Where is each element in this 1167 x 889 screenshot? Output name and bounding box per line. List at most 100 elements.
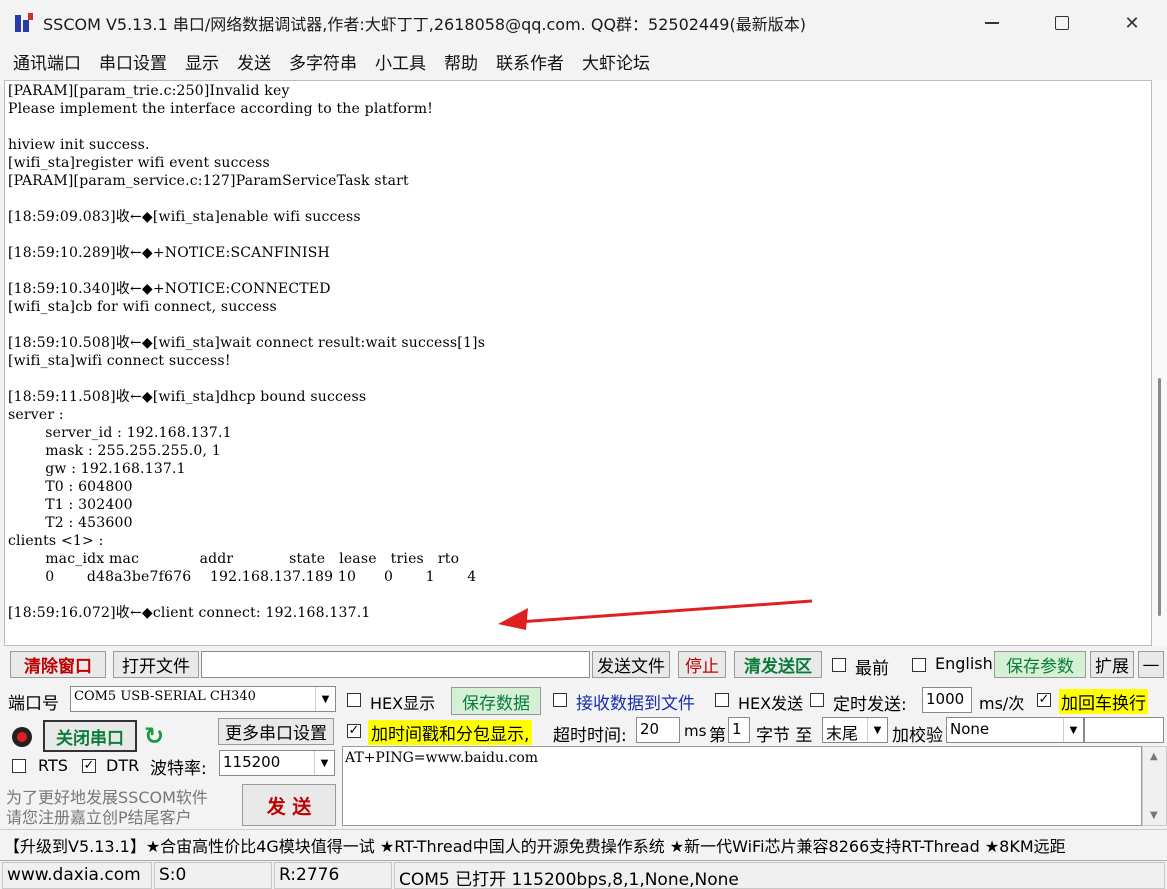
output-line: [18:59:10.508]收←◆[wifi_sta]wait connect … — [8, 335, 486, 351]
checksum-value: None — [950, 720, 990, 738]
promo-line-2: 请您注册嘉立创P结尾客户 — [6, 808, 192, 827]
output-line: server_id : 192.168.137.1 — [8, 425, 232, 441]
recv-to-file-label[interactable]: 接收数据到文件 — [576, 689, 695, 714]
chevron-down-icon: ▼ — [314, 751, 334, 775]
scroll-down-icon[interactable]: ▼ — [1150, 810, 1158, 821]
interval-unit: ms/次 — [979, 694, 1025, 713]
scrollbar-thumb[interactable] — [1158, 378, 1161, 616]
menu-send[interactable]: 发送 — [228, 49, 280, 74]
timestamp-checkbox[interactable]: ✓ — [347, 724, 361, 738]
output-line: Please implement the interface according… — [8, 101, 434, 117]
open-file-button[interactable]: 打开文件 — [113, 651, 199, 678]
minimize-button[interactable] — [957, 0, 1027, 46]
send-text-input[interactable]: AT+PING=www.baidu.com — [342, 746, 1142, 826]
clear-window-button[interactable]: 清除窗口 — [10, 651, 106, 678]
baud-select[interactable]: 115200 ▼ — [219, 750, 335, 776]
title-bar: SSCOM V5.13.1 串口/网络数据调试器,作者:大虾丁丁,2618058… — [0, 0, 1167, 46]
menu-comm-port[interactable]: 通讯端口 — [4, 49, 90, 74]
recv-to-file-checkbox[interactable] — [553, 693, 567, 707]
output-line: [wifi_sta]cb for wifi connect, success — [8, 299, 277, 315]
byte-end-select[interactable]: 末尾 ▼ — [822, 717, 888, 743]
window-title: SSCOM V5.13.1 串口/网络数据调试器,作者:大虾丁丁,2618058… — [43, 15, 806, 34]
status-website[interactable]: www.daxia.com — [2, 862, 152, 889]
receive-text: [PARAM][param_trie.c:250]Invalid key Plea… — [5, 81, 1151, 622]
scroll-up-icon[interactable]: ▲ — [1150, 751, 1158, 762]
chevron-down-icon: ▼ — [1063, 718, 1083, 742]
checksum-extra-field[interactable] — [1084, 717, 1164, 743]
byte-end-value: 末尾 — [826, 724, 859, 743]
checksum-select[interactable]: None ▼ — [946, 717, 1084, 743]
timeout-label: 超时时间: — [553, 726, 627, 746]
menu-contact-author[interactable]: 联系作者 — [487, 49, 573, 74]
close-button[interactable]: ✕ — [1097, 0, 1167, 46]
interval-input[interactable]: 1000 — [922, 687, 972, 713]
output-line: 0 d48a3be7f676 192.168.137.189 10 0 1 4 — [8, 569, 477, 585]
status-port-info: COM5 已打开 115200bps,8,1,None,None — [394, 862, 1165, 889]
hex-send-checkbox[interactable] — [715, 693, 729, 707]
send-button[interactable]: 发 送 — [242, 784, 336, 826]
add-crlf-checkbox[interactable]: ✓ — [1037, 693, 1051, 707]
output-line: [wifi_sta]register wifi event success — [8, 155, 270, 171]
stop-button[interactable]: 停止 — [678, 651, 726, 678]
menu-multi-string[interactable]: 多字符串 — [280, 49, 366, 74]
close-port-button[interactable]: 关闭串口 — [43, 720, 137, 752]
send-scrollbar[interactable]: ▲ ▼ — [1142, 746, 1167, 826]
english-label: English — [935, 654, 993, 673]
send-file-button[interactable]: 发送文件 — [592, 651, 670, 678]
baud-label: 波特率: — [150, 759, 207, 779]
output-line: clients <1> : — [8, 533, 104, 549]
output-line: [18:59:09.083]收←◆[wifi_sta]enable wifi s… — [8, 209, 361, 225]
save-params-button[interactable]: 保存参数 — [994, 651, 1086, 678]
output-line: server : — [8, 407, 64, 423]
timed-send-checkbox[interactable] — [810, 693, 824, 707]
close-icon: ✕ — [1124, 12, 1140, 34]
receive-output[interactable]: [PARAM][param_trie.c:250]Invalid key Plea… — [4, 80, 1152, 646]
output-scrollbar[interactable] — [1152, 80, 1167, 646]
port-select[interactable]: COM5 USB-SERIAL CH340 ▼ — [70, 686, 336, 712]
app-icon — [13, 12, 35, 34]
menu-help[interactable]: 帮助 — [435, 49, 487, 74]
red-arrow-annotation — [498, 599, 813, 630]
more-port-settings-button[interactable]: 更多串口设置 — [218, 718, 334, 745]
hex-send-label: HEX发送 — [738, 694, 804, 713]
output-line: [PARAM][param_service.c:127]ParamService… — [8, 173, 409, 189]
english-checkbox[interactable] — [912, 658, 926, 672]
save-data-button[interactable]: 保存数据 — [451, 687, 541, 715]
hex-display-label: HEX显示 — [370, 694, 436, 713]
menu-tools[interactable]: 小工具 — [366, 49, 435, 74]
file-path-input[interactable] — [201, 651, 590, 678]
output-line: [PARAM][param_trie.c:250]Invalid key — [8, 83, 290, 99]
timestamp-label: 加时间戳和分包显示, — [368, 720, 533, 745]
maximize-icon — [1055, 16, 1069, 30]
clear-send-button[interactable]: 清发送区 — [734, 651, 822, 678]
menu-forum[interactable]: 大虾论坛 — [573, 49, 659, 74]
output-line: gw : 192.168.137.1 — [8, 461, 186, 477]
output-line: [18:59:10.289]收←◆+NOTICE:SCANFINISH — [8, 245, 330, 261]
port-value: COM5 USB-SERIAL CH340 — [74, 689, 256, 704]
byte-index-input[interactable]: 1 — [728, 717, 750, 743]
topmost-checkbox[interactable] — [832, 658, 846, 672]
output-line: T1 : 302400 — [8, 497, 133, 513]
output-line: mask : 255.255.255.0, 1 — [8, 443, 221, 459]
nth-label: 第 — [709, 726, 726, 746]
menu-display[interactable]: 显示 — [176, 49, 228, 74]
expand-button[interactable]: 扩展 — [1090, 651, 1134, 678]
output-line: [18:59:10.340]收←◆+NOTICE:CONNECTED — [8, 281, 331, 297]
refresh-icon[interactable]: ↻ — [144, 722, 164, 750]
hex-display-checkbox[interactable] — [347, 693, 361, 707]
collapse-button[interactable]: — — [1138, 651, 1164, 678]
dtr-checkbox[interactable]: ✓ — [82, 759, 96, 773]
timeout-input[interactable]: 20 — [636, 717, 680, 743]
chevron-down-icon: ▼ — [867, 718, 887, 742]
status-bar: www.daxia.com S:0 R:2776 COM5 已打开 115200… — [0, 860, 1167, 889]
chevron-down-icon: ▼ — [315, 687, 335, 711]
menu-serial-settings[interactable]: 串口设置 — [90, 49, 176, 74]
rts-checkbox[interactable] — [12, 759, 26, 773]
promo-marquee: 【升级到V5.13.1】★合宙高性价比4G模块值得一试 ★RT-Thread中国… — [0, 829, 1167, 857]
maximize-button[interactable] — [1027, 0, 1097, 46]
status-received-count: R:2776 — [274, 862, 392, 889]
output-line: [wifi_sta]wifi connect success! — [8, 353, 231, 369]
checksum-label: 加校验 — [892, 726, 943, 746]
